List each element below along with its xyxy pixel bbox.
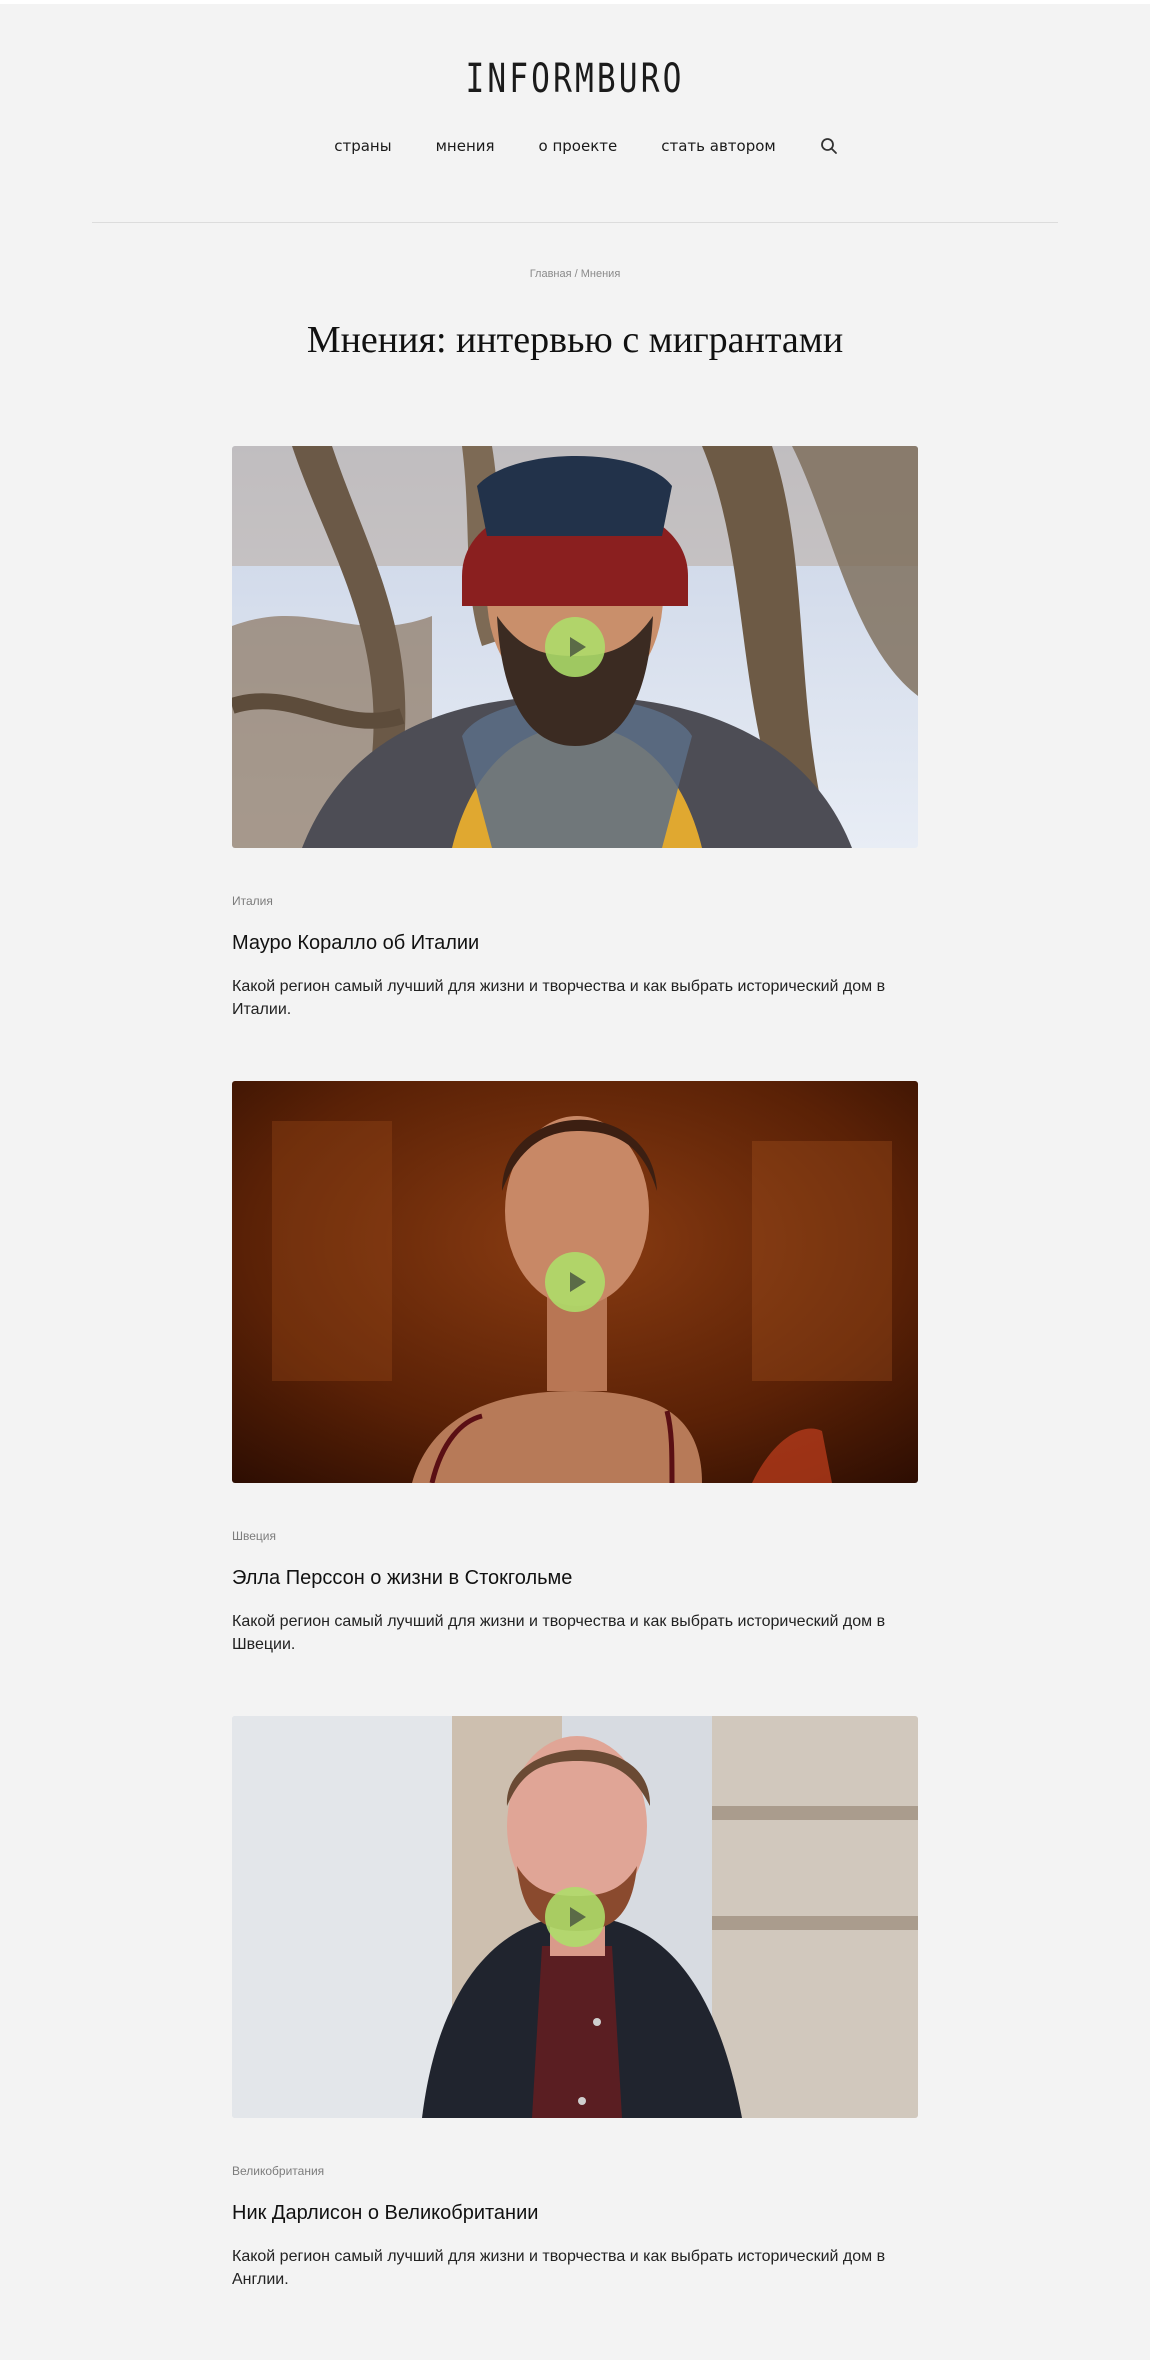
top-strip <box>0 0 1150 4</box>
play-icon <box>569 1907 586 1927</box>
card-country[interactable]: Великобритания <box>232 2164 918 2178</box>
interview-card: Швеция Элла Перссон о жизни в Стокгольме… <box>232 1081 918 1656</box>
breadcrumb-separator: / <box>571 268 581 280</box>
card-title[interactable]: Элла Перссон о жизни в Стокгольме <box>232 1567 918 1590</box>
card-video-thumbnail[interactable] <box>232 1081 918 1483</box>
page-title: Мнения: интервью с мигрантами <box>306 319 844 361</box>
card-title[interactable]: Ник Дарлисон о Великобритании <box>232 2202 918 2225</box>
interview-card: Италия Мауро Коралло об Италии Какой рег… <box>232 446 918 1021</box>
interview-card: Великобритания Ник Дарлисон о Великобрит… <box>232 1716 918 2291</box>
nav-item-become-author[interactable]: стать автором <box>639 137 798 155</box>
nav-item-about[interactable]: о проекте <box>517 137 640 155</box>
breadcrumb-home[interactable]: Главная <box>530 268 572 280</box>
card-description: Какой регион самый лучший для жизни и тв… <box>232 978 886 1018</box>
card-country[interactable]: Италия <box>232 894 918 908</box>
play-button[interactable] <box>545 617 605 677</box>
play-icon <box>569 637 586 657</box>
card-description: Какой регион самый лучший для жизни и тв… <box>232 2248 886 2288</box>
play-icon <box>569 1272 586 1292</box>
nav-item-opinions[interactable]: мнения <box>414 137 517 155</box>
card-title[interactable]: Мауро Коралло об Италии <box>232 932 918 955</box>
site-logo[interactable]: INFORMBURO <box>127 56 1024 102</box>
main-nav: страны мнения о проекте стать автором <box>0 137 1150 155</box>
card-description: Какой регион самый лучший для жизни и тв… <box>232 1613 886 1653</box>
play-button[interactable] <box>545 1252 605 1312</box>
breadcrumb: Главная / Мнения <box>0 268 1150 280</box>
search-icon[interactable] <box>820 137 838 155</box>
card-video-thumbnail[interactable] <box>232 1716 918 2118</box>
breadcrumb-current: Мнения <box>580 268 621 280</box>
header-divider <box>92 222 1058 223</box>
nav-item-countries[interactable]: страны <box>312 137 413 155</box>
play-button[interactable] <box>545 1887 605 1947</box>
card-country[interactable]: Швеция <box>232 1529 918 1543</box>
card-video-thumbnail[interactable] <box>232 446 918 848</box>
